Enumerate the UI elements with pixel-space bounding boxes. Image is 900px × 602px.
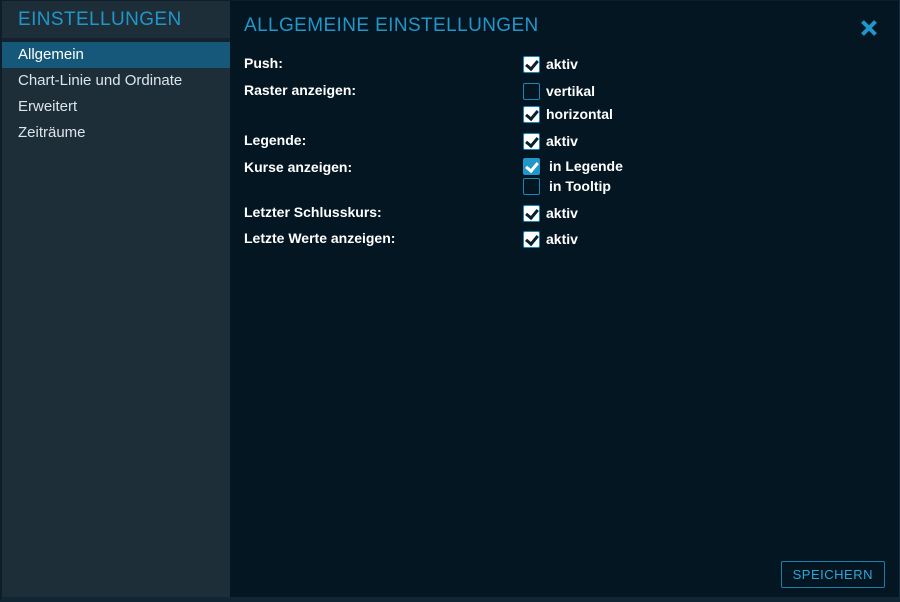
save-button[interactable]: SPEICHERN [781,561,885,588]
setting-label: Kurse anzeigen: [244,158,523,176]
sidebar-item-zeitraeume[interactable]: Zeiträume [2,120,230,146]
checkbox-option-schlusskurs-aktiv[interactable]: aktiv [523,205,578,222]
main-panel: ALLGEMEINE EINSTELLUNGEN Push: aktiv Ras… [230,1,899,597]
settings-form: Push: aktiv Raster anzeigen: vertikal [244,54,899,256]
setting-label: Letzter Schlusskurs: [244,203,523,221]
sidebar-header: EINSTELLUNGEN [2,1,230,42]
sidebar-item-chart-linie-und-ordinate[interactable]: Chart-Linie und Ordinate [2,68,230,94]
checkbox[interactable] [523,56,540,73]
setting-label: Letzte Werte anzeigen: [244,229,523,247]
checkbox[interactable] [523,178,540,195]
settings-row-raster-anzeigen: Raster anzeigen: vertikal horizontal [244,81,899,131]
close-button[interactable] [856,15,882,41]
setting-label: Raster anzeigen: [244,81,523,99]
checkbox-label: in Tooltip [549,178,611,195]
checkbox[interactable] [523,106,540,123]
sidebar-item-erweitert[interactable]: Erweitert [2,94,230,120]
checkbox-option-vertikal[interactable]: vertikal [523,83,613,100]
checkbox-option-horizontal[interactable]: horizontal [523,106,613,123]
checkbox-label: aktiv [546,231,578,248]
settings-row-legende: Legende: aktiv [244,131,899,158]
x-close-icon [858,17,880,39]
settings-dialog: EINSTELLUNGEN Allgemein Chart-Linie und … [0,0,900,602]
checkbox-label: in Legende [549,158,623,175]
sidebar: EINSTELLUNGEN Allgemein Chart-Linie und … [2,1,230,597]
setting-label: Legende: [244,131,523,149]
checkbox-label: horizontal [546,106,613,123]
checkbox-option-in-legende[interactable]: in Legende [523,158,623,175]
settings-row-letzter-schlusskurs: Letzter Schlusskurs: aktiv [244,203,899,229]
checkbox[interactable] [523,133,540,150]
sidebar-item-allgemein[interactable]: Allgemein [2,42,230,68]
checkbox-option-push-aktiv[interactable]: aktiv [523,56,578,73]
checkbox[interactable] [523,231,540,248]
checkbox-label: aktiv [546,133,578,150]
page-title: ALLGEMEINE EINSTELLUNGEN [244,14,899,38]
checkbox[interactable] [523,205,540,222]
checkbox[interactable] [523,83,540,100]
checkbox-option-letzte-werte-aktiv[interactable]: aktiv [523,231,578,248]
checkbox-label: aktiv [546,56,578,73]
settings-row-kurse-anzeigen: Kurse anzeigen: in Legende in Tooltip [244,158,899,203]
checkbox[interactable] [523,158,540,175]
checkbox-option-legende-aktiv[interactable]: aktiv [523,133,578,150]
setting-label: Push: [244,54,523,72]
settings-row-letzte-werte-anzeigen: Letzte Werte anzeigen: aktiv [244,229,899,256]
sidebar-title: EINSTELLUNGEN [18,9,182,31]
checkbox-label: vertikal [546,83,595,100]
settings-row-push: Push: aktiv [244,54,899,81]
checkbox-option-in-tooltip[interactable]: in Tooltip [523,178,623,195]
checkbox-label: aktiv [546,205,578,222]
